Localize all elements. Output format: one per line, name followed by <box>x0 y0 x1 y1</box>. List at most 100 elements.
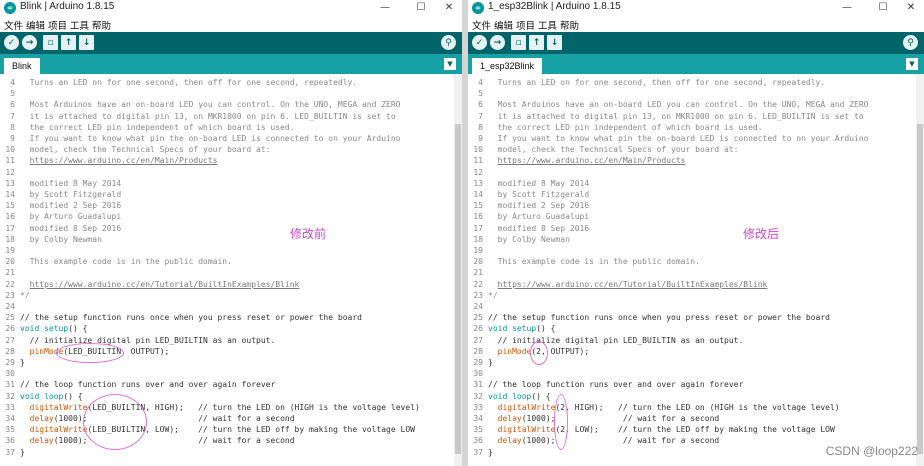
menu-tools[interactable]: 工具 <box>70 18 89 32</box>
code-line[interactable]: 24 <box>468 301 488 312</box>
code-line[interactable]: 35 digitalWrite(LED_BUILTIN, LOW); // tu… <box>0 424 415 435</box>
maximize-button[interactable]: ☐ <box>872 0 894 16</box>
code-line[interactable]: 19 <box>0 245 20 256</box>
code-line[interactable]: 23 */ <box>468 290 497 301</box>
code-line[interactable]: 15 modified 2 Sep 2016 <box>0 200 121 211</box>
verify-icon[interactable]: ✓ <box>472 35 487 50</box>
code-line[interactable]: 16 by Arturo Guadalupi <box>0 211 121 222</box>
code-line[interactable]: 35 digitalWrite(2, LOW); // turn the LED… <box>468 424 834 435</box>
code-token[interactable]: https://www.arduino.cc/en/Tutorial/Built… <box>498 280 768 289</box>
close-button[interactable]: ✕ <box>900 0 922 16</box>
tab-sketch[interactable]: 1_esp32Blink <box>472 58 543 74</box>
code-line[interactable]: 25 // the setup function runs once when y… <box>468 312 830 323</box>
menu-file[interactable]: 文件 <box>472 18 491 32</box>
new-sketch-icon[interactable]: ▫ <box>43 35 58 50</box>
code-line[interactable]: 20 This example code is in the public do… <box>0 256 232 267</box>
code-line[interactable]: 10 model, check the Technical Specs of y… <box>468 144 738 155</box>
code-line[interactable]: 9 If you want to know what pin the on-bo… <box>468 133 868 144</box>
code-line[interactable]: 11 https://www.arduino.cc/en/Main/Produc… <box>468 155 685 166</box>
serial-monitor-icon[interactable]: ⚲ <box>441 35 456 50</box>
code-line[interactable]: 27 // initialize digital pin LED_BUILTIN… <box>0 335 275 346</box>
tab-sketch[interactable]: Blink <box>4 58 40 74</box>
code-line[interactable]: 34 delay(1000); // wait for a second <box>468 413 719 424</box>
serial-monitor-icon[interactable]: ⚲ <box>903 35 918 50</box>
menu-edit[interactable]: 编辑 <box>494 18 513 32</box>
code-line[interactable]: 20 This example code is in the public do… <box>468 256 700 267</box>
code-line[interactable]: 36 delay(1000); // wait for a second <box>0 435 294 446</box>
code-line[interactable]: 29} <box>468 357 492 368</box>
code-line[interactable]: 17 modified 8 Sep 2016 <box>468 223 589 234</box>
code-line[interactable]: 12 <box>468 167 488 178</box>
code-line[interactable]: 27 // initialize digital pin LED_BUILTIN… <box>468 335 743 346</box>
code-line[interactable]: 15 modified 2 Sep 2016 <box>468 200 589 211</box>
code-line[interactable]: 34 delay(1000); // wait for a second <box>0 413 294 424</box>
upload-icon[interactable]: → <box>490 35 505 50</box>
code-line[interactable]: 14 by Scott Fitzgerald <box>468 189 589 200</box>
menu-file[interactable]: 文件 <box>4 18 23 32</box>
code-line[interactable]: 30 <box>0 368 20 379</box>
code-line[interactable]: 8 the correct LED pin independent of whi… <box>468 122 762 133</box>
menu-tools[interactable]: 工具 <box>538 18 557 32</box>
code-line[interactable]: 24 <box>0 301 20 312</box>
vertical-scrollbar[interactable] <box>916 74 924 466</box>
code-line[interactable]: 21 <box>0 267 20 278</box>
code-token[interactable]: https://www.arduino.cc/en/Main/Products <box>498 156 686 165</box>
code-line[interactable]: 12 <box>0 167 20 178</box>
code-line[interactable]: 36 delay(1000); // wait for a second <box>468 435 719 446</box>
menu-help[interactable]: 帮助 <box>92 18 111 32</box>
code-line[interactable]: 23 */ <box>0 290 29 301</box>
code-line[interactable]: 14 by Scott Fitzgerald <box>0 189 121 200</box>
code-line[interactable]: 25 // the setup function runs once when y… <box>0 312 362 323</box>
minimize-button[interactable]: — <box>836 0 858 16</box>
code-line[interactable]: 6 Most Arduinos have an on-board LED you… <box>468 99 868 110</box>
code-line[interactable]: 31 // the loop function runs over and ove… <box>468 379 743 390</box>
menu-sketch[interactable]: 项目 <box>516 18 535 32</box>
code-line[interactable]: 13 modified 8 May 2014 <box>0 178 121 189</box>
code-line[interactable]: 13 modified 8 May 2014 <box>468 178 589 189</box>
save-sketch-icon[interactable]: ↓ <box>79 35 94 50</box>
scrollbar-thumb[interactable] <box>917 124 923 454</box>
code-line[interactable]: 33 digitalWrite(2, HIGH); // turn the LE… <box>468 402 839 413</box>
code-line[interactable]: 28 pinMode(2, OUTPUT); <box>468 346 589 357</box>
scrollbar-thumb[interactable] <box>455 124 461 454</box>
menu-help[interactable]: 帮助 <box>560 18 579 32</box>
code-token[interactable]: https://www.arduino.cc/en/Main/Products <box>30 156 218 165</box>
vertical-scrollbar[interactable] <box>454 74 462 466</box>
code-line[interactable]: 7 it is attached to digital pin 13, on M… <box>468 111 864 122</box>
code-line[interactable]: 7 it is attached to digital pin 13, on M… <box>0 111 396 122</box>
code-line[interactable]: 21 <box>468 267 488 278</box>
code-line[interactable]: 37} <box>0 447 24 458</box>
tab-menu-icon[interactable]: ▼ <box>444 58 456 70</box>
code-line[interactable]: 6 Most Arduinos have an on-board LED you… <box>0 99 400 110</box>
code-line[interactable]: 9 If you want to know what pin the on-bo… <box>0 133 400 144</box>
menu-sketch[interactable]: 项目 <box>48 18 67 32</box>
minimize-button[interactable]: — <box>374 0 396 16</box>
verify-icon[interactable]: ✓ <box>4 35 19 50</box>
open-sketch-icon[interactable]: ↑ <box>529 35 544 50</box>
code-line[interactable]: 31 // the loop function runs over and ove… <box>0 379 275 390</box>
upload-icon[interactable]: → <box>22 35 37 50</box>
tab-menu-icon[interactable]: ▼ <box>906 58 918 70</box>
new-sketch-icon[interactable]: ▫ <box>511 35 526 50</box>
code-line[interactable]: 10 model, check the Technical Specs of y… <box>0 144 270 155</box>
code-line[interactable]: 5 <box>468 88 488 99</box>
close-button[interactable]: ✕ <box>438 0 460 16</box>
save-sketch-icon[interactable]: ↓ <box>547 35 562 50</box>
code-line[interactable]: 11 https://www.arduino.cc/en/Main/Produc… <box>0 155 217 166</box>
code-line[interactable]: 26 void setup() { <box>0 323 87 334</box>
code-line[interactable]: 22 https://www.arduino.cc/en/Tutorial/Bu… <box>0 279 299 290</box>
code-line[interactable]: 22 https://www.arduino.cc/en/Tutorial/Bu… <box>468 279 767 290</box>
code-line[interactable]: 18 by Colby Newman <box>0 234 102 245</box>
code-line[interactable]: 29} <box>0 357 24 368</box>
menu-edit[interactable]: 编辑 <box>26 18 45 32</box>
code-line[interactable]: 18 by Colby Newman <box>468 234 570 245</box>
code-line[interactable]: 32 void loop() { <box>0 391 82 402</box>
code-line[interactable]: 8 the correct LED pin independent of whi… <box>0 122 294 133</box>
code-line[interactable]: 19 <box>468 245 488 256</box>
code-line[interactable]: 30 <box>468 368 488 379</box>
code-token[interactable]: https://www.arduino.cc/en/Tutorial/Built… <box>30 280 300 289</box>
maximize-button[interactable]: ☐ <box>410 0 432 16</box>
code-line[interactable]: 16 by Arturo Guadalupi <box>468 211 589 222</box>
code-editor[interactable]: 4 Turns an LED on for one second, then o… <box>468 74 916 466</box>
code-line[interactable]: 17 modified 8 Sep 2016 <box>0 223 121 234</box>
